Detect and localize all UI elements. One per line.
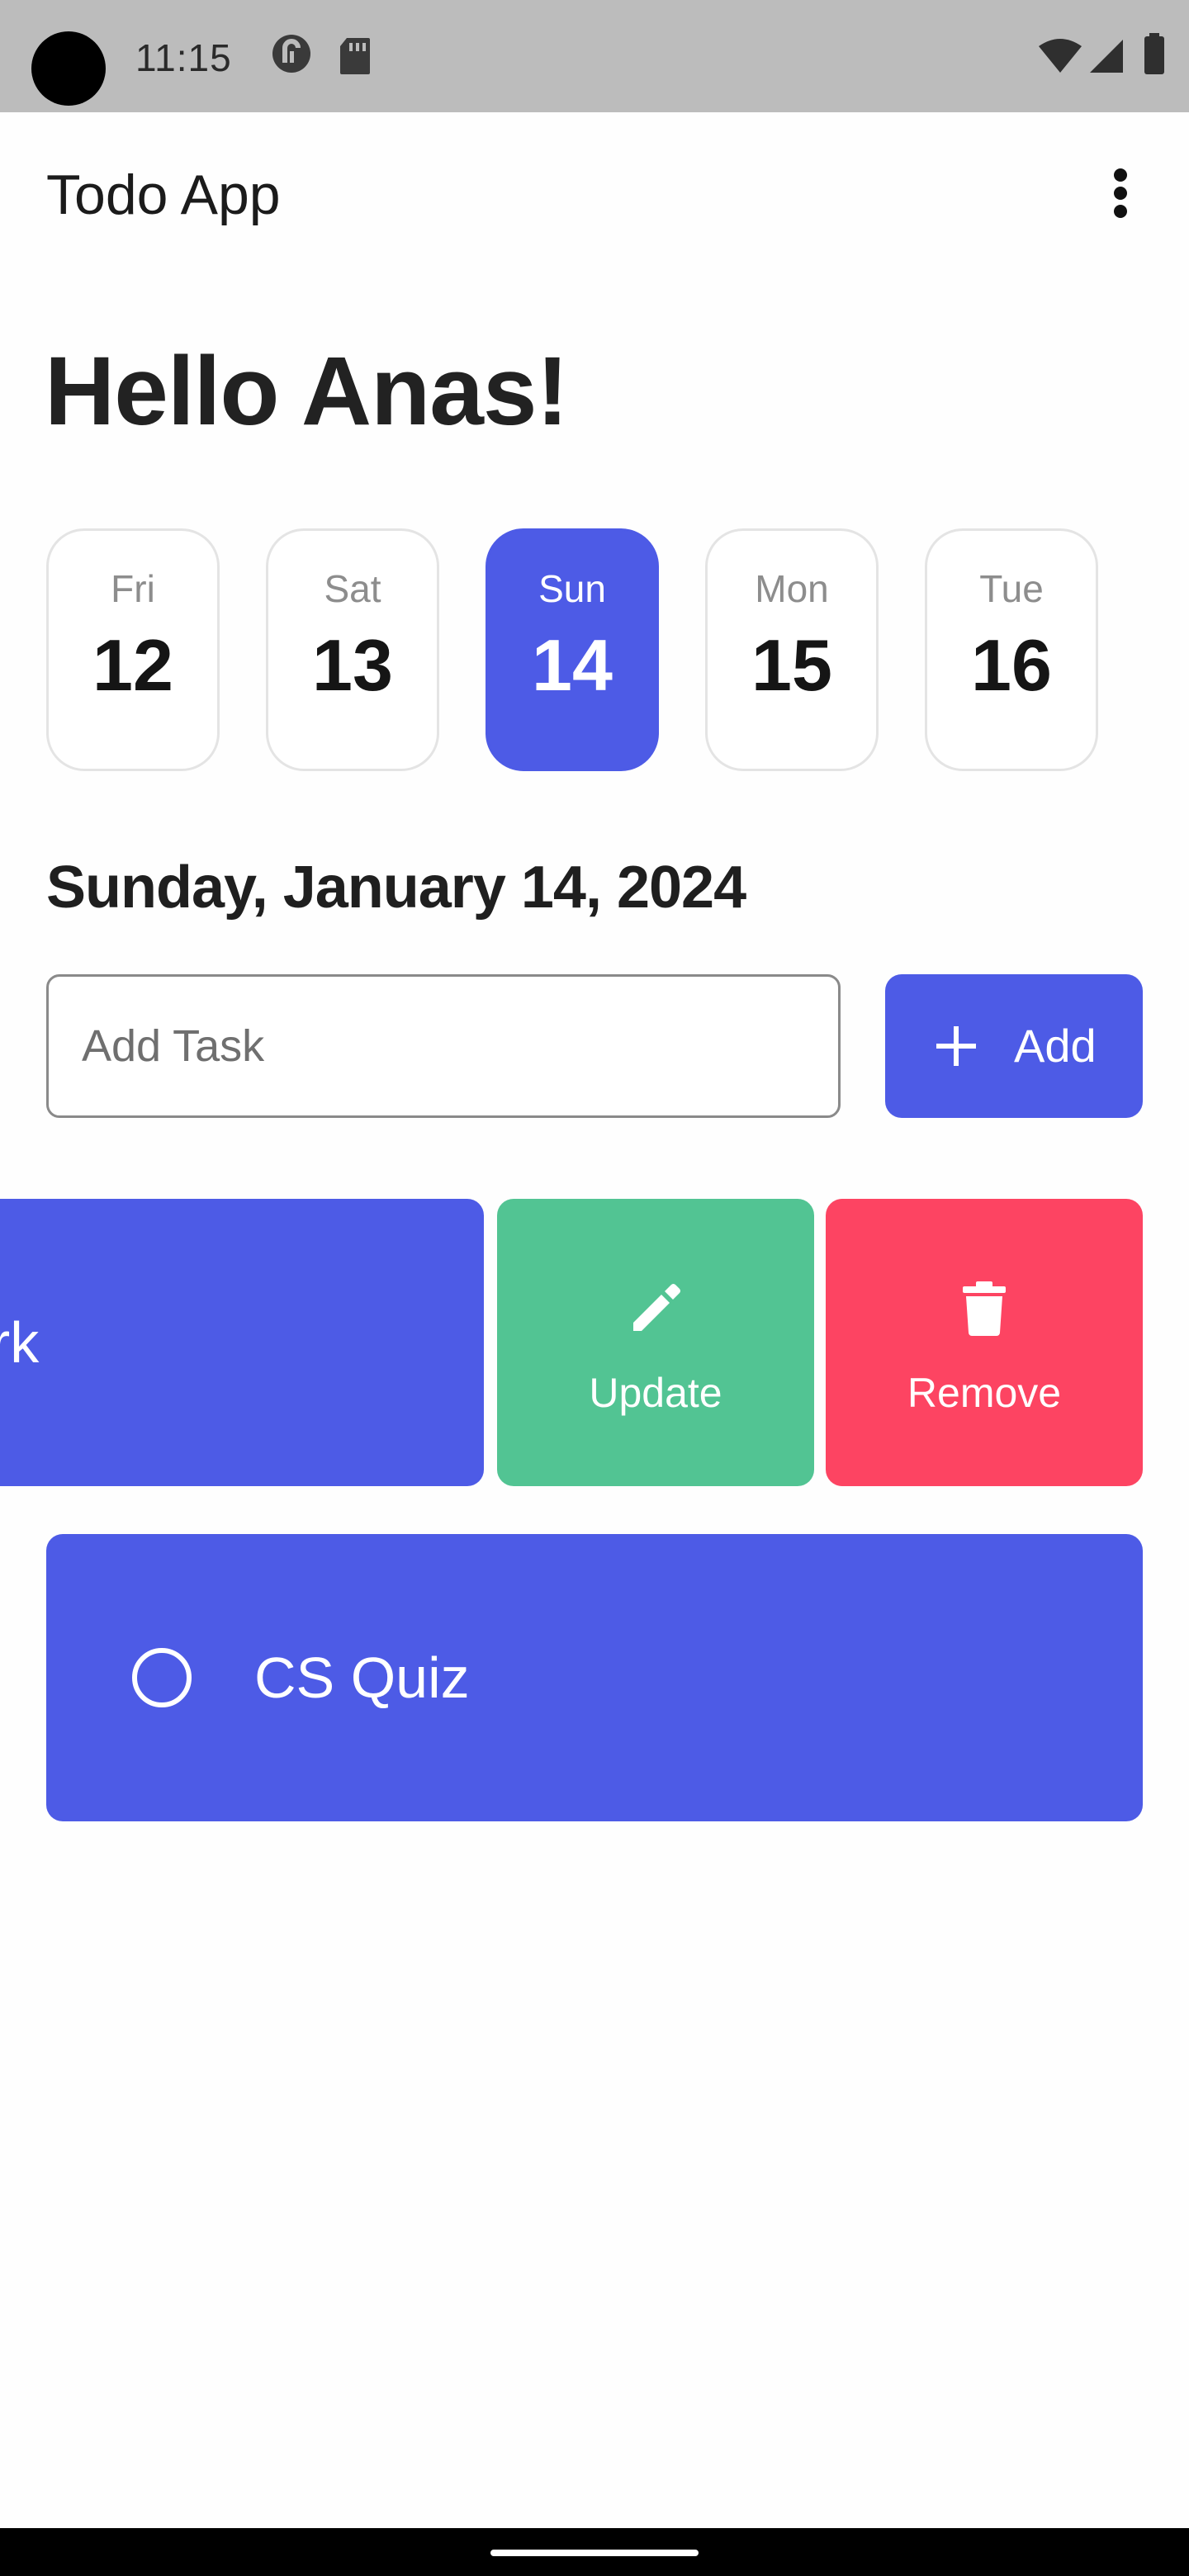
signal-icon: [1088, 38, 1125, 74]
home-indicator[interactable]: [490, 2550, 699, 2556]
wifi-icon: [1037, 38, 1083, 74]
update-label: Update: [589, 1370, 722, 1416]
app-title: Todo App: [46, 163, 281, 226]
day-chip-mon[interactable]: Mon 15: [705, 528, 879, 771]
pencil-icon: [627, 1284, 685, 1341]
greeting-heading: Hello Anas!: [45, 337, 569, 446]
day-number: 16: [971, 624, 1052, 706]
pocket-casts-icon: [271, 33, 312, 74]
day-number: 14: [532, 624, 613, 706]
plus-icon: [931, 1021, 981, 1073]
day-name: Fri: [111, 567, 155, 610]
update-task-button[interactable]: Update: [497, 1199, 814, 1486]
add-task-button[interactable]: Add: [885, 974, 1143, 1118]
remove-task-button[interactable]: Remove: [826, 1199, 1143, 1486]
status-time: 11:15: [135, 36, 232, 79]
navigation-bar: [0, 2528, 1189, 2576]
day-chip-sun[interactable]: Sun 14: [486, 528, 659, 771]
task-title: CS Quiz: [254, 1646, 470, 1710]
circle-outline-icon[interactable]: [132, 1648, 192, 1707]
more-vert-icon: [1112, 167, 1129, 224]
day-name: Mon: [755, 567, 829, 610]
day-name: Tue: [979, 567, 1044, 610]
task-card-swiped[interactable]: ork: [0, 1199, 484, 1486]
status-bar: 11:15: [0, 0, 1189, 112]
task-card[interactable]: CS Quiz: [46, 1534, 1143, 1821]
more-options-button[interactable]: [1092, 154, 1149, 236]
day-number: 12: [92, 624, 173, 706]
day-name: Sun: [538, 567, 606, 610]
task-title: ork: [0, 1310, 40, 1375]
day-name: Sat: [324, 567, 381, 610]
sd-card-icon: [339, 36, 372, 76]
day-number: 13: [312, 624, 393, 706]
day-chip-tue[interactable]: Tue 16: [925, 528, 1098, 771]
day-chip-sat[interactable]: Sat 13: [266, 528, 439, 771]
camera-cutout: [31, 31, 106, 106]
add-task-input[interactable]: [46, 974, 841, 1118]
add-button-label: Add: [1014, 1020, 1097, 1072]
day-chip-fri[interactable]: Fri 12: [46, 528, 220, 771]
selected-date-heading: Sunday, January 14, 2024: [46, 855, 746, 921]
battery-icon: [1143, 33, 1166, 74]
remove-label: Remove: [907, 1370, 1062, 1416]
trash-icon: [959, 1281, 1009, 1341]
day-number: 15: [751, 624, 832, 706]
